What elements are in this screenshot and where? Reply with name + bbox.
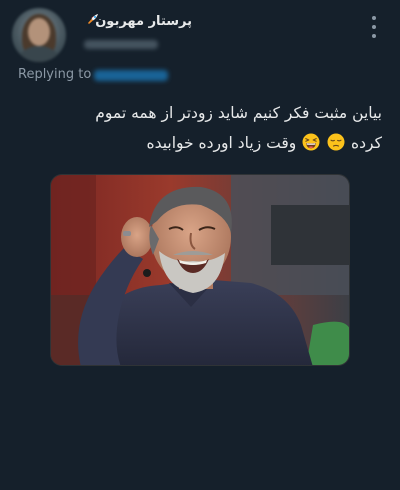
tweet-text-line-2-start: کرده (351, 134, 382, 152)
pensive-face-icon (327, 133, 345, 151)
grinning-squinting-face-icon (302, 133, 320, 151)
tweet-text-line-2-end: وقت زیاد اورده خوابیده (146, 134, 297, 152)
tweet-media-photo[interactable] (50, 174, 350, 366)
replying-to-label: Replying to (18, 67, 92, 82)
tweet-text: بیاین مثبت فکر کنیم شاید زودتر از همه تم… (20, 98, 382, 158)
replying-to-handle[interactable] (94, 70, 168, 81)
photo-laughing-man (51, 175, 349, 365)
display-name[interactable]: پرستار مهربون (95, 14, 192, 29)
tweet-text-line-2: کرده وقت زیاد اورده خوابیده (20, 128, 382, 158)
avatar[interactable] (12, 8, 66, 62)
more-vertical-icon[interactable] (370, 16, 378, 38)
tweet-screen: پرستار مهربون Replying to بیاین مثبت فکر… (0, 0, 400, 490)
user-handle[interactable] (84, 40, 158, 49)
tweet-text-line-1: بیاین مثبت فکر کنیم شاید زودتر از همه تم… (95, 104, 382, 122)
